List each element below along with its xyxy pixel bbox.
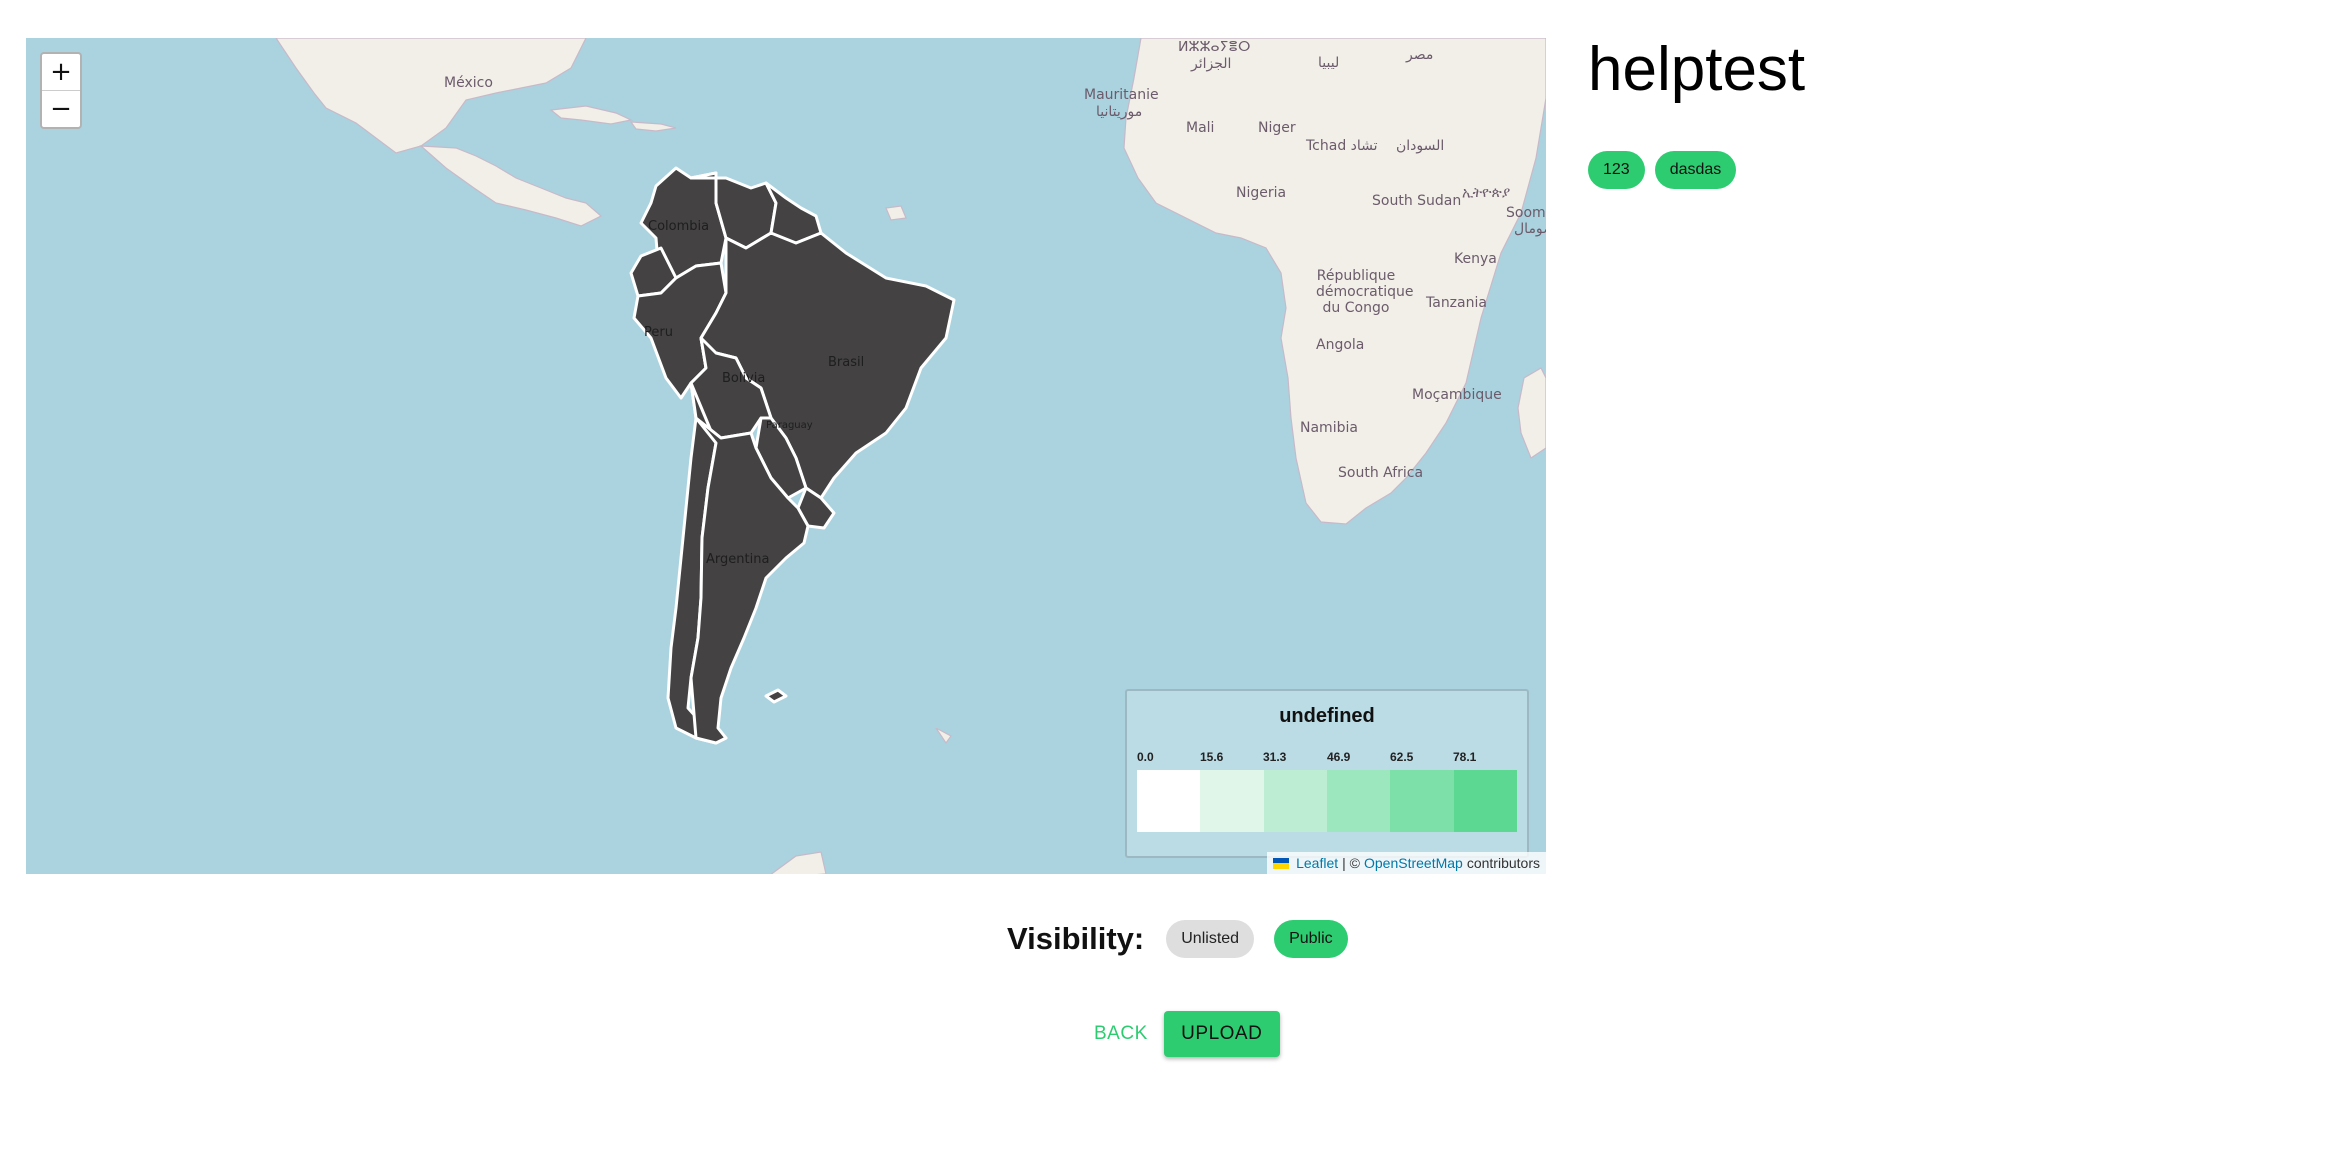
tag-chip[interactable]: 123 (1588, 151, 1645, 189)
tag-list: 123 dasdas (1588, 151, 1737, 189)
tag-chip[interactable]: dasdas (1654, 151, 1737, 189)
map-label-egypt: مصر (1406, 47, 1434, 63)
map-label-algeria-ar: الجزائر (1191, 56, 1232, 72)
map-label-tchad: Tchad تشاد (1306, 138, 1378, 154)
map-label-south-sudan: South Sudan (1372, 193, 1462, 209)
map-label-mozambique: Moçambique (1412, 387, 1502, 403)
visibility-public-chip[interactable]: Public (1274, 920, 1348, 958)
map-label-south-africa: South Africa (1338, 465, 1424, 481)
zoom-out-button[interactable]: − (42, 90, 80, 127)
legend-tick: 31.3 (1263, 750, 1287, 764)
legend-swatch (1137, 770, 1201, 832)
legend-swatches (1137, 770, 1517, 832)
back-button[interactable]: BACK (1086, 1011, 1156, 1057)
leaflet-link[interactable]: Leaflet (1296, 855, 1338, 871)
map[interactable]: México Mauritanie موريتانيا ⵍⵣⵣⴰⵢⴻⵔ الجز… (26, 38, 1546, 874)
legend-swatch (1200, 770, 1264, 832)
legend-swatch (1390, 770, 1454, 832)
map-label-bolivia: Bolivia (722, 371, 766, 386)
visibility-unlisted-chip[interactable]: Unlisted (1166, 920, 1255, 958)
attribution-contributors: contributors (1466, 855, 1540, 871)
legend-tick: 0.0 (1137, 750, 1154, 764)
map-label-somalia-ar: الصومال (1514, 221, 1546, 237)
map-label-libya: ليبيا (1318, 55, 1340, 71)
map-label-mexico: México (444, 75, 493, 91)
zoom-in-button[interactable]: + (42, 54, 80, 90)
map-label-paraguay: Paraguay (766, 420, 813, 431)
map-label-somalia: Soomaaliya (1506, 205, 1546, 221)
choropleth-layer (629, 166, 956, 745)
legend-tick: 15.6 (1200, 750, 1224, 764)
map-label-brasil: Brasil (828, 355, 865, 370)
legend-title: undefined (1279, 705, 1375, 727)
page-title: helptest (1588, 35, 1806, 104)
zoom-control: + − (40, 52, 82, 129)
map-label-drc: République démocratique du Congo (1316, 268, 1414, 317)
map-label-mauritanie-ar: موريتانيا (1096, 104, 1143, 120)
map-attribution: Leaflet | © OpenStreetMap contributors (1267, 852, 1546, 874)
map-label-nigeria: Nigeria (1236, 185, 1287, 201)
map-label-peru: Peru (644, 325, 673, 340)
openstreetmap-link[interactable]: OpenStreetMap (1364, 855, 1463, 871)
map-label-argentina: Argentina (706, 552, 770, 567)
legend-swatch (1453, 770, 1517, 832)
legend-swatch (1326, 770, 1391, 832)
map-label-namibia: Namibia (1300, 420, 1358, 436)
map-label-algeria-tf: ⵍⵣⵣⴰⵢⴻⵔ (1178, 39, 1251, 55)
map-legend: undefined 0.0 15.6 31.3 46.9 62.5 78.1 (1125, 689, 1529, 858)
map-label-ethiopia: ኢትዮጵያ (1462, 185, 1511, 201)
map-label-tanzania: Tanzania (1426, 295, 1487, 311)
ukraine-flag-icon (1273, 857, 1290, 869)
map-label-mauritanie: Mauritanie (1084, 87, 1159, 103)
visibility-selector: Visibility: Unlisted Public (1007, 920, 1348, 958)
map-label-mali: Mali (1186, 120, 1215, 136)
legend-tick: 62.5 (1390, 750, 1414, 764)
legend-tick: 78.1 (1453, 750, 1477, 764)
action-bar: BACK UPLOAD (1086, 1011, 1280, 1057)
visibility-label: Visibility: (1007, 921, 1145, 956)
map-label-sudan: السودان (1396, 138, 1445, 154)
map-label-angola: Angola (1316, 337, 1365, 353)
legend-ticks: 0.0 15.6 31.3 46.9 62.5 78.1 (1137, 751, 1517, 765)
map-label-niger: Niger (1258, 120, 1296, 136)
upload-button[interactable]: UPLOAD (1163, 1011, 1280, 1057)
map-label-colombia: Colombia (648, 219, 710, 234)
legend-swatch (1263, 770, 1327, 832)
map-label-kenya: Kenya (1454, 251, 1497, 267)
attribution-separator: | © (1342, 855, 1360, 871)
legend-tick: 46.9 (1327, 750, 1351, 764)
